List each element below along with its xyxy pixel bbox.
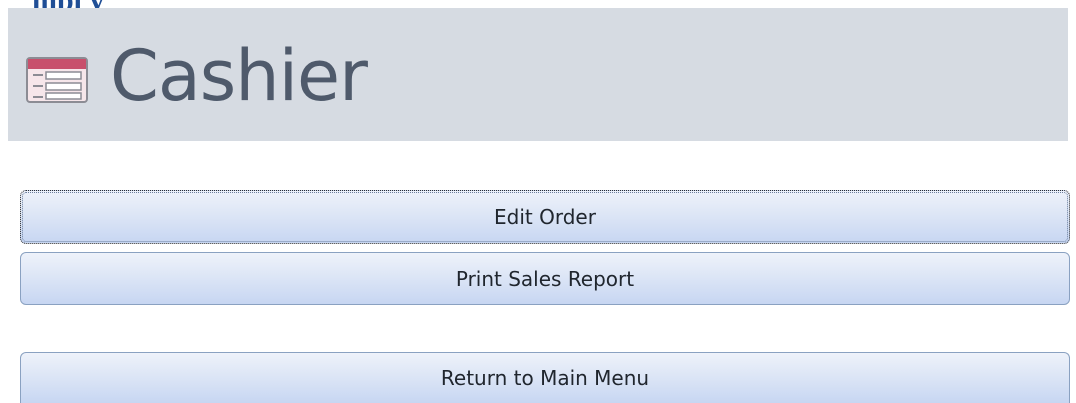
form-icon [26, 57, 88, 103]
form-window: mpl y Cashier Edit Order Print Sales Rep… [0, 0, 1076, 403]
form-title: Cashier [110, 35, 368, 117]
edit-order-button[interactable]: Edit Order [20, 190, 1070, 244]
edit-order-label: Edit Order [494, 205, 596, 229]
print-sales-report-label: Print Sales Report [455, 266, 635, 291]
print-sales-report-button[interactable]: Print Sales Report [20, 252, 1070, 305]
return-to-main-menu-button[interactable]: Return to Main Menu [20, 352, 1070, 403]
return-to-main-menu-label: Return to Main Menu [440, 366, 650, 390]
